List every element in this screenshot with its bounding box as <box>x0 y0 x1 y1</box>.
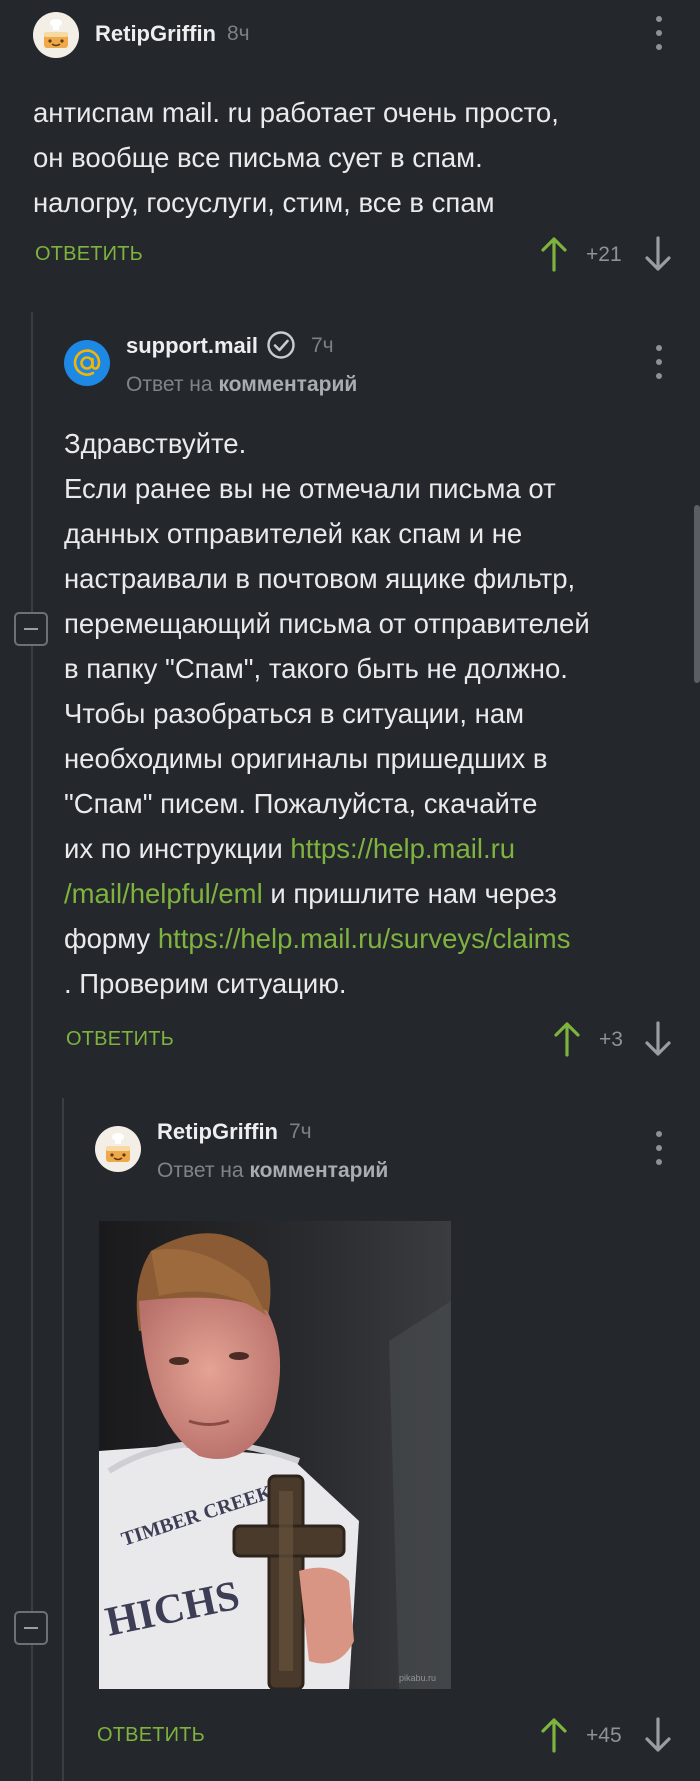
username[interactable]: support.mail <box>126 333 258 359</box>
comment-line: антиспам mail. ru работает очень просто, <box>33 97 559 128</box>
watermark-text: pikabu.ru <box>399 1673 436 1683</box>
reply-button[interactable]: ОТВЕТИТЬ <box>35 243 143 266</box>
comment-line: в папку "Спам", такого быть не должно. <box>64 653 568 684</box>
downvote-icon[interactable] <box>644 1717 672 1753</box>
comment-line: форму https://help.mail.ru/surveys/claim… <box>64 916 590 961</box>
comment-time: 8ч <box>227 22 250 45</box>
scrollbar[interactable] <box>694 505 700 683</box>
collapse-thread-button[interactable] <box>14 1611 48 1645</box>
verified-check-icon <box>267 331 295 359</box>
collapse-thread-button[interactable] <box>14 612 48 646</box>
comment-line: настраивали в почтовом ящике фильтр, <box>64 563 576 594</box>
thread-line[interactable] <box>31 312 33 1781</box>
comment-image[interactable]: TIMBER CREEK H HICHS pikabu.ru <box>99 1221 451 1689</box>
comment-text: антиспам mail. ru работает очень просто,… <box>33 90 559 225</box>
thread-line[interactable] <box>62 1098 64 1781</box>
line-text: их по инструкции <box>64 833 291 864</box>
reply-to-prefix: Ответ на <box>157 1159 244 1182</box>
comment-line: он вообще все письма сует в спам. <box>33 142 483 173</box>
reply-to-link[interactable]: Ответ на комментарий <box>126 373 357 397</box>
downvote-icon[interactable] <box>644 236 672 272</box>
reply-to-target[interactable]: комментарий <box>249 1159 388 1182</box>
reply-button[interactable]: ОТВЕТИТЬ <box>66 1028 174 1051</box>
comment-score: +21 <box>586 243 622 266</box>
comment-line: налогру, госуслуги, стим, все в спам <box>33 187 495 218</box>
help-link[interactable]: https://help.mail.ru <box>290 833 515 864</box>
comment-line: "Спам" писем. Пожалуйста, скачайте <box>64 788 538 819</box>
comment-line: Если ранее вы не отмечали письма от <box>64 473 556 504</box>
avatar[interactable] <box>95 1126 141 1172</box>
reply-to-target[interactable]: комментарий <box>218 373 357 396</box>
more-options-icon[interactable] <box>646 1131 672 1165</box>
reply-to-prefix: Ответ на <box>126 373 213 396</box>
avatar[interactable] <box>64 340 110 386</box>
reply-button[interactable]: ОТВЕТИТЬ <box>97 1724 205 1747</box>
comment-time: 7ч <box>289 1120 312 1143</box>
avatar[interactable] <box>33 12 79 58</box>
upvote-icon[interactable] <box>553 1021 581 1057</box>
downvote-icon[interactable] <box>644 1021 672 1057</box>
comment-line: их по инструкции https://help.mail.ru <box>64 826 590 871</box>
comment-line: данных отправителей как спам и не <box>64 518 523 549</box>
reply-to-link[interactable]: Ответ на комментарий <box>157 1159 388 1183</box>
comment-score: +3 <box>599 1028 623 1051</box>
cake-avatar-icon <box>106 1133 130 1162</box>
comment-line: Чтобы разобраться в ситуации, нам <box>64 698 525 729</box>
comment-line: необходимы оригиналы пришедших в <box>64 743 548 774</box>
line-text: и пришлите нам через <box>262 878 557 909</box>
comment-line: /mail/helpful/eml и пришлите нам через <box>64 871 590 916</box>
more-options-icon[interactable] <box>646 345 672 379</box>
comment-time: 7ч <box>311 334 334 357</box>
comment-line: перемещающий письма от отправителей <box>64 608 590 639</box>
upvote-icon[interactable] <box>540 236 568 272</box>
help-link-continued[interactable]: /mail/helpful/eml <box>64 878 263 909</box>
boy-with-cross-photo: TIMBER CREEK H HICHS pikabu.ru <box>99 1221 451 1689</box>
line-text: форму <box>64 923 158 954</box>
at-sign-icon <box>73 349 101 376</box>
comment-text: Здравствуйте. Если ранее вы не отмечали … <box>64 421 590 1006</box>
more-options-icon[interactable] <box>646 16 672 50</box>
username[interactable]: RetipGriffin <box>157 1119 278 1145</box>
upvote-icon[interactable] <box>540 1717 568 1753</box>
claims-link[interactable]: https://help.mail.ru/surveys/claims <box>158 923 571 954</box>
cake-avatar-icon <box>44 19 68 48</box>
comment-line: . Проверим ситуацию. <box>64 968 347 999</box>
username[interactable]: RetipGriffin <box>95 21 216 47</box>
comment-line: Здравствуйте. <box>64 428 247 459</box>
comment-score: +45 <box>586 1724 622 1747</box>
